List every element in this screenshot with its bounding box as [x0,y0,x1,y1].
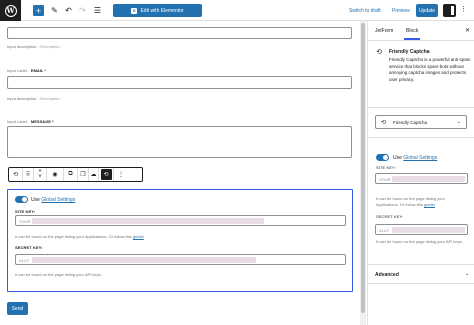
tab-jetform[interactable]: JetForm [375,28,393,34]
sidebar-secret-key-input[interactable]: A1U7 [375,224,468,235]
close-icon[interactable]: ✕ [465,27,470,34]
site-key-placeholder: YOUR [19,219,31,224]
sidebar-global-settings-toggle[interactable] [376,154,389,161]
secret-key-input[interactable]: A1U7 [15,254,346,265]
sidebar-secret-key-placeholder: A1U7 [379,228,390,233]
chevron-down-icon[interactable]: ⌄ [465,271,469,277]
editor-top-toolbar: W + ✎ ↶ ↷ ☰ E Edit with Elementor Switch… [0,0,474,21]
input-description-line: Input description: Description... [7,44,63,49]
undo-icon[interactable]: ↶ [63,5,74,16]
preview-button[interactable]: Preview [392,8,410,14]
scrollbar-thumb[interactable] [361,23,365,313]
sidebar-secret-key-redacted [392,227,465,233]
message-label-line: Input Label: MESSAGE * [7,119,54,124]
duplicate-icon[interactable]: ❐ [78,168,89,181]
sidebar-secret-key-label: SECRET KEY: [376,214,404,219]
sidebar-guide-link[interactable]: guide! [424,202,435,207]
more-options-icon[interactable]: ⋮ [460,5,467,13]
name-input[interactable] [7,27,352,39]
sidebar-site-key-input[interactable]: YOUR [375,173,468,184]
friendly-captcha-block[interactable]: Use Global Settings SITE KEY: YOUR It ca… [7,189,353,292]
divider [368,283,474,284]
tab-block[interactable]: Block [403,28,421,40]
divider [368,264,474,265]
captcha-block-icon[interactable]: ⟲ [99,168,114,181]
sidebar-tabs: JetForm Block ✕ [368,21,474,41]
input-description-label: Input description: [7,44,38,49]
site-key-help: It can be found on the page listing your… [15,234,144,239]
input-description-hint[interactable]: Description... [39,44,62,49]
add-block-button[interactable]: + [33,5,44,16]
sidebar-secret-key-help: It can be found on the page listing your… [376,239,463,244]
edit-with-elementor-button[interactable]: E Edit with Elementor [113,4,202,17]
elementor-icon: E [131,7,138,14]
input-label-prefix: Input Label: [7,68,28,73]
guide-link[interactable]: guide! [133,234,144,239]
settings-toggle-button[interactable] [443,4,456,17]
visibility-icon[interactable]: ◉ [47,168,64,181]
block-type-icon[interactable]: ⟲ [9,168,23,181]
block-variation-value: Friendly Captcha [393,120,428,125]
secret-key-redacted [32,257,256,263]
email-description-hint[interactable]: Description... [39,96,62,101]
switch-to-draft-button[interactable]: Switch to draft [349,8,381,14]
redo-icon[interactable]: ↷ [77,5,88,16]
sidebar-global-settings-text: Use Global Settings [393,155,437,161]
wordpress-logo[interactable]: W [0,0,21,21]
email-label-line: Input Label: EMAIL * [7,68,46,73]
captcha-block-icon: ⟲ [376,49,382,56]
divider [368,137,474,138]
sidebar-site-key-placeholder: YOUR [379,177,391,182]
message-label[interactable]: MESSAGE * [31,119,54,124]
sidebar-site-key-redacted [392,176,465,182]
email-description-line: Input description: Description... [7,96,63,101]
sidebar-use-label: Use [393,155,402,161]
global-settings-link[interactable]: Global Settings [41,197,75,203]
global-settings-text: Use Global Settings [31,197,75,203]
sidebar-global-settings-link[interactable]: Global Settings [403,155,437,161]
email-field[interactable] [7,76,352,89]
block-toolbar: ⟲ ⠿ ˄ ˅ ◉ ⧉ ❐ ☁ ⟲ ⋮ [8,167,143,182]
message-textarea[interactable] [7,126,352,158]
edit-with-elementor-label: Edit with Elementor [140,7,184,14]
global-settings-toggle[interactable] [15,196,28,203]
secret-key-help: It can be found on the page listing your… [15,272,102,277]
site-key-input[interactable]: YOUR [15,215,346,226]
update-button[interactable]: Update [416,4,438,17]
site-key-help-text: It can be found on the page listing your… [15,234,132,239]
list-view-icon[interactable]: ☰ [92,5,103,16]
email-label[interactable]: EMAIL * [31,68,46,73]
email-description-label: Input description: [7,96,38,101]
advanced-panel-toggle[interactable]: Advanced [375,272,399,278]
use-label: Use [31,197,40,203]
send-button[interactable]: Send [7,302,28,315]
chevron-down-icon: ⌄ [456,119,461,125]
wordpress-icon: W [4,4,17,17]
sidebar-site-key-help: It can be found on the page listing your… [376,196,466,208]
block-variation-select[interactable]: ⟲ Friendly Captcha ⌄ [375,115,467,129]
copy-icon[interactable]: ⧉ [64,168,78,181]
site-key-redacted [32,218,264,224]
input-label-prefix: Input Label: [7,119,28,124]
drag-handle-icon[interactable]: ⠿ [23,168,34,181]
cloud-icon[interactable]: ☁ [89,168,99,181]
sidebar-site-key-label: SITE KEY: [376,165,396,170]
site-key-label: SITE KEY: [15,209,36,214]
secret-key-placeholder: A1U7 [19,258,30,263]
settings-sidebar: JetForm Block ✕ ⟲ Friendly Captcha Frien… [367,21,474,325]
canvas-scrollbar[interactable] [360,21,366,325]
block-title: Friendly Captcha [389,49,430,55]
captcha-icon: ⟲ [381,120,387,126]
pencil-icon[interactable]: ✎ [49,5,60,16]
block-description: Friendly Captcha is a powerful anti-spam… [389,57,471,82]
move-up-down-icon[interactable]: ˄ ˅ [34,168,47,181]
block-options-icon[interactable]: ⋮ [114,168,128,181]
secret-key-label: SECRET KEY: [15,245,43,250]
divider [368,107,474,108]
